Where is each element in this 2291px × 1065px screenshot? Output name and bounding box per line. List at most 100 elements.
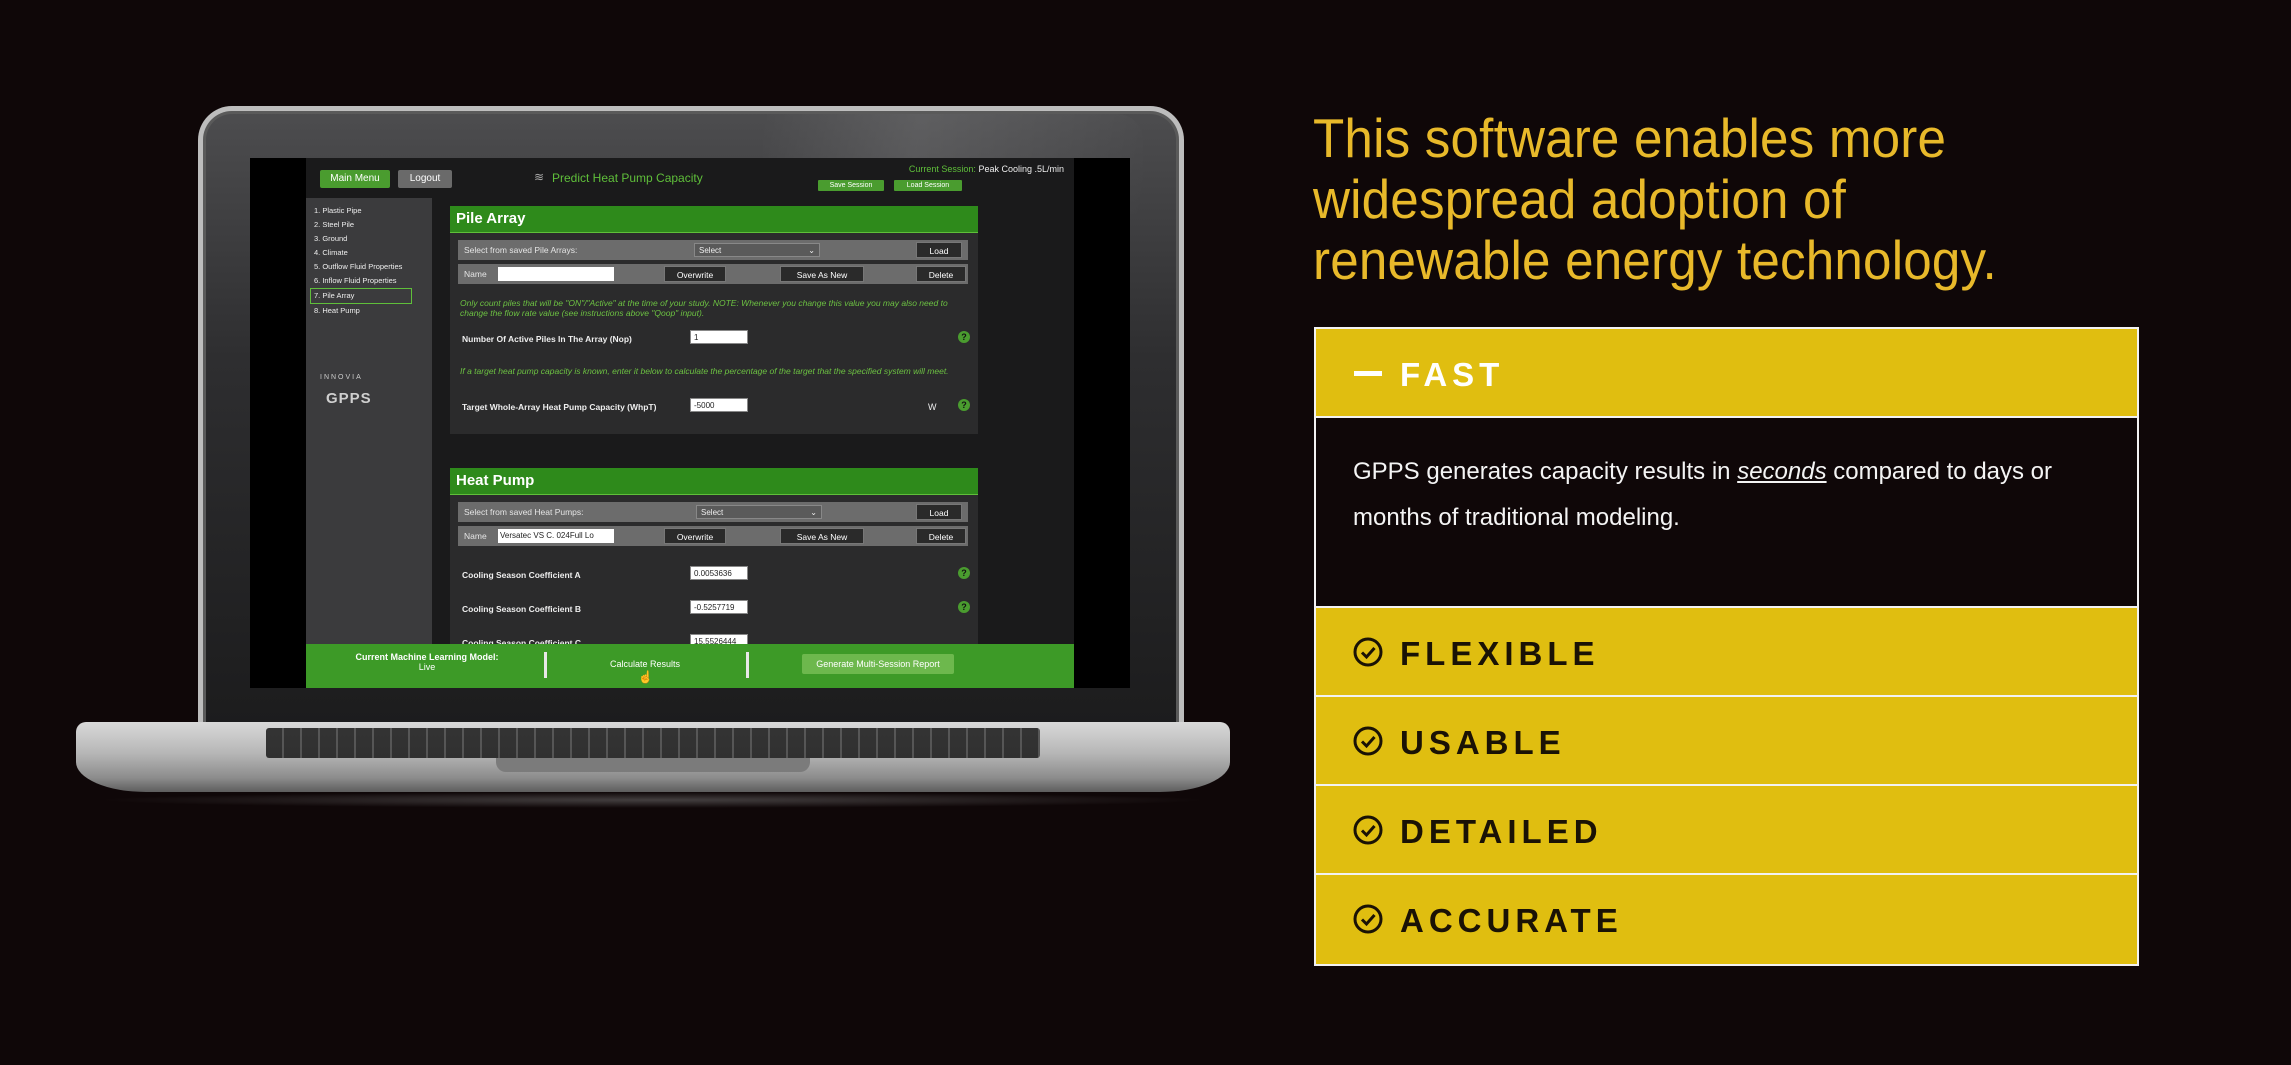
pile-array-note: Only count piles that will be "ON"/"Acti… bbox=[460, 298, 948, 318]
pile-array-overwrite-button[interactable]: Overwrite bbox=[664, 266, 726, 282]
help-icon[interactable]: ? bbox=[958, 601, 970, 613]
check-circle-icon bbox=[1353, 726, 1383, 756]
pile-array-select-row: Select from saved Pile Arrays: Select ⌄ … bbox=[458, 240, 968, 260]
nav-item-heat-pump[interactable]: 8. Heat Pump bbox=[306, 304, 432, 318]
accordion-item-fast[interactable]: FAST bbox=[1316, 329, 2137, 418]
logout-button[interactable]: Logout bbox=[398, 170, 452, 188]
nav-item-ground[interactable]: 3. Ground bbox=[306, 232, 432, 246]
heat-pump-name-label: Name bbox=[464, 531, 487, 541]
fast-body-text-start: GPPS generates capacity results in bbox=[1353, 458, 1738, 485]
main-menu-button[interactable]: Main Menu bbox=[320, 170, 390, 188]
heat-pump-overwrite-button[interactable]: Overwrite bbox=[664, 528, 726, 544]
accordion-title: ACCURATE bbox=[1400, 902, 1623, 939]
accordion-item-flexible[interactable]: FLEXIBLE bbox=[1316, 608, 2137, 697]
target-capacity-label: Target Whole-Array Heat Pump Capacity (W… bbox=[462, 402, 657, 412]
accordion-body-fast: GPPS generates capacity results in secon… bbox=[1316, 418, 2137, 608]
check-circle-icon bbox=[1353, 637, 1383, 667]
minus-icon bbox=[1354, 371, 1382, 376]
nav-item-plastic-pipe[interactable]: 1. Plastic Pipe bbox=[306, 204, 432, 218]
ml-model-status: Current Machine Learning Model: Live bbox=[342, 652, 512, 672]
pile-array-title: Pile Array bbox=[450, 206, 978, 233]
accordion-title: USABLE bbox=[1400, 724, 1566, 761]
cooling-coef-b-input[interactable]: -0.5257719 bbox=[690, 600, 748, 614]
chevron-down-icon: ⌄ bbox=[810, 508, 817, 517]
divider bbox=[746, 652, 749, 678]
app-title: Predict Heat Pump Capacity bbox=[552, 171, 703, 185]
cooling-coef-a-label: Cooling Season Coefficient A bbox=[462, 570, 581, 580]
pile-array-select-value: Select bbox=[699, 246, 722, 255]
laptop-mockup: Main Menu Logout ≋ Predict Heat Pump Cap… bbox=[76, 106, 1230, 812]
cooling-coef-b-label: Cooling Season Coefficient B bbox=[462, 604, 582, 614]
app-logo-icon: ≋ bbox=[534, 170, 545, 184]
help-icon[interactable]: ? bbox=[958, 399, 970, 411]
ml-model-label: Current Machine Learning Model: bbox=[355, 652, 499, 662]
screen-letterbox-right bbox=[1074, 158, 1130, 688]
gpps-logo: GPPS bbox=[326, 390, 372, 407]
heat-pump-load-button[interactable]: Load bbox=[916, 504, 962, 520]
app-topbar: Main Menu Logout ≋ Predict Heat Pump Cap… bbox=[306, 158, 1074, 198]
innovia-brand: INNOVIA bbox=[320, 374, 363, 381]
heat-pump-select-label: Select from saved Heat Pumps: bbox=[464, 507, 584, 517]
app-bottom-bar: Current Machine Learning Model: Live Cal… bbox=[306, 644, 1074, 688]
features-accordion: FAST GPPS generates capacity results in … bbox=[1314, 327, 2139, 966]
chevron-down-icon: ⌄ bbox=[808, 246, 815, 255]
save-session-button[interactable]: Save Session bbox=[818, 180, 884, 191]
pile-array-name-input[interactable] bbox=[498, 267, 614, 281]
laptop-hinge-notch bbox=[496, 758, 810, 772]
nav-item-climate[interactable]: 4. Climate bbox=[306, 246, 432, 260]
active-piles-label: Number Of Active Piles In The Array (Nop… bbox=[462, 334, 632, 344]
laptop-keyboard bbox=[266, 728, 1040, 758]
laptop-shadow bbox=[96, 792, 1210, 808]
heat-pump-name-row: Name Versatec VS C. 024Full Lo Overwrite… bbox=[458, 526, 968, 546]
nav-item-outflow-fluid[interactable]: 5. Outflow Fluid Properties bbox=[306, 260, 432, 274]
heat-pump-name-input[interactable]: Versatec VS C. 024Full Lo bbox=[498, 529, 614, 543]
pile-array-save-as-new-button[interactable]: Save As New bbox=[780, 266, 864, 282]
pile-array-delete-button[interactable]: Delete bbox=[916, 266, 966, 282]
generate-report-button[interactable]: Generate Multi-Session Report bbox=[802, 654, 954, 674]
heat-pump-select[interactable]: Select ⌄ bbox=[696, 505, 822, 519]
accordion-item-detailed[interactable]: DETAILED bbox=[1316, 786, 2137, 875]
screen-letterbox-left bbox=[250, 158, 306, 688]
target-capacity-note: If a target heat pump capacity is known,… bbox=[460, 366, 949, 376]
heat-pump-panel: Heat Pump Select from saved Heat Pumps: … bbox=[450, 468, 978, 648]
side-nav: 1. Plastic Pipe 2. Steel Pile 3. Ground … bbox=[306, 198, 432, 648]
nav-item-pile-array[interactable]: 7. Pile Array bbox=[310, 288, 412, 304]
pile-array-select[interactable]: Select ⌄ bbox=[694, 243, 820, 257]
fast-body-emphasis: seconds bbox=[1737, 458, 1827, 485]
current-session: Current Session: Peak Cooling .5L/min bbox=[909, 164, 1064, 174]
session-value: Peak Cooling .5L/min bbox=[978, 164, 1064, 174]
accordion-item-accurate[interactable]: ACCURATE bbox=[1316, 875, 2137, 964]
app-window: Main Menu Logout ≋ Predict Heat Pump Cap… bbox=[250, 158, 1130, 688]
check-circle-icon bbox=[1353, 904, 1383, 934]
heat-pump-select-value: Select bbox=[701, 508, 724, 517]
check-circle-icon bbox=[1353, 815, 1383, 845]
pile-array-name-label: Name bbox=[464, 269, 487, 279]
nav-item-steel-pile[interactable]: 2. Steel Pile bbox=[306, 218, 432, 232]
accordion-item-usable[interactable]: USABLE bbox=[1316, 697, 2137, 786]
ml-model-value: Live bbox=[418, 662, 436, 672]
help-icon[interactable]: ? bbox=[958, 331, 970, 343]
laptop-screen: Main Menu Logout ≋ Predict Heat Pump Cap… bbox=[250, 158, 1130, 688]
accordion-title: FLEXIBLE bbox=[1400, 635, 1600, 672]
headline: This software enables more widespread ad… bbox=[1313, 107, 1997, 291]
target-capacity-unit: W bbox=[928, 402, 937, 412]
active-piles-input[interactable]: 1 bbox=[690, 330, 748, 344]
heat-pump-title: Heat Pump bbox=[450, 468, 978, 495]
cooling-coef-a-input[interactable]: 0.0053636 bbox=[690, 566, 748, 580]
load-session-button[interactable]: Load Session bbox=[894, 180, 962, 191]
help-icon[interactable]: ? bbox=[958, 567, 970, 579]
target-capacity-input[interactable]: -5000 bbox=[690, 398, 748, 412]
pile-array-panel: Pile Array Select from saved Pile Arrays… bbox=[450, 206, 978, 434]
session-label: Current Session: bbox=[908, 164, 976, 174]
heat-pump-select-row: Select from saved Heat Pumps: Select ⌄ L… bbox=[458, 502, 968, 522]
calculate-results-button[interactable]: Calculate Results bbox=[610, 659, 680, 669]
heat-pump-save-as-new-button[interactable]: Save As New bbox=[780, 528, 864, 544]
accordion-title: FAST bbox=[1400, 356, 1505, 393]
divider bbox=[544, 652, 547, 678]
nav-item-inflow-fluid[interactable]: 6. Inflow Fluid Properties bbox=[306, 274, 432, 288]
pile-array-select-label: Select from saved Pile Arrays: bbox=[464, 245, 578, 255]
heat-pump-delete-button[interactable]: Delete bbox=[916, 528, 966, 544]
pile-array-name-row: Name Overwrite Save As New Delete bbox=[458, 264, 968, 284]
pile-array-load-button[interactable]: Load bbox=[916, 242, 962, 258]
accordion-title: DETAILED bbox=[1400, 813, 1603, 850]
